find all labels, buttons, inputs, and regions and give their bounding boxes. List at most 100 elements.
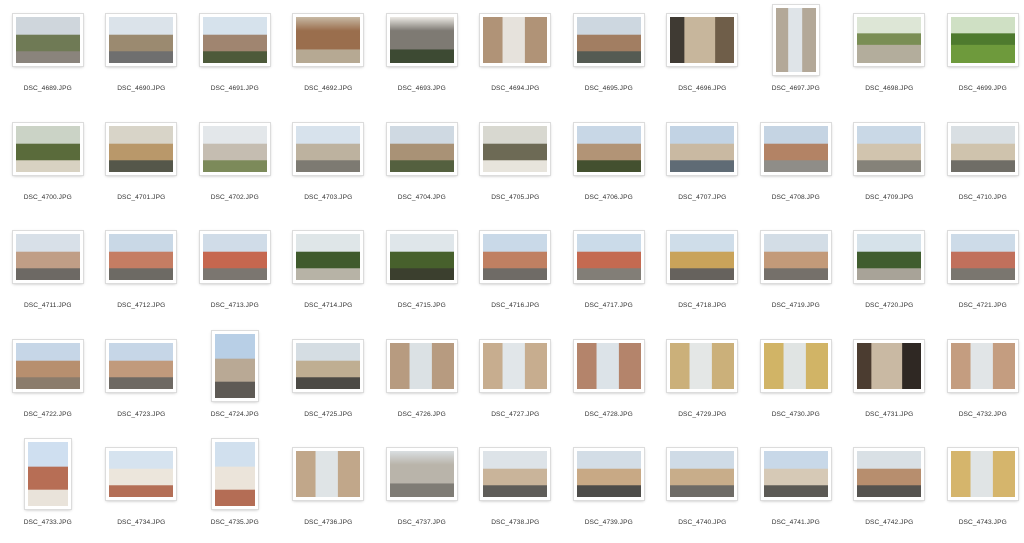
photo-thumbnail[interactable] bbox=[106, 448, 177, 500]
thumbnail-container[interactable] bbox=[469, 109, 563, 189]
thumbnail-container[interactable] bbox=[936, 326, 1024, 406]
file-name-label[interactable]: DSC_4697.JPG bbox=[749, 85, 843, 92]
thumbnail-container[interactable] bbox=[1, 434, 95, 514]
file-item[interactable]: DSC_4694.JPG bbox=[469, 0, 563, 109]
file-item[interactable]: DSC_4728.JPG bbox=[562, 326, 656, 435]
photo-thumbnail[interactable] bbox=[947, 122, 1018, 175]
photo-thumbnail[interactable] bbox=[573, 14, 644, 66]
file-name-label[interactable]: DSC_4691.JPG bbox=[188, 85, 282, 92]
thumbnail-container[interactable] bbox=[188, 326, 282, 406]
file-item[interactable]: DSC_4707.JPG bbox=[656, 109, 750, 218]
thumbnail-container[interactable] bbox=[843, 109, 937, 189]
file-name-label[interactable]: DSC_4730.JPG bbox=[749, 411, 843, 418]
photo-thumbnail[interactable] bbox=[293, 122, 364, 175]
thumbnail-container[interactable] bbox=[936, 434, 1024, 514]
file-name-label[interactable]: DSC_4704.JPG bbox=[375, 194, 469, 201]
thumbnail-container[interactable] bbox=[282, 326, 376, 406]
file-name-label[interactable]: DSC_4700.JPG bbox=[1, 194, 95, 201]
thumbnail-container[interactable] bbox=[95, 0, 189, 80]
file-item[interactable]: DSC_4705.JPG bbox=[469, 109, 563, 218]
photo-thumbnail[interactable] bbox=[386, 14, 457, 66]
photo-thumbnail[interactable] bbox=[573, 122, 644, 175]
file-name-label[interactable]: DSC_4724.JPG bbox=[188, 411, 282, 418]
file-name-label[interactable]: DSC_4694.JPG bbox=[469, 85, 563, 92]
file-item[interactable]: DSC_4726.JPG bbox=[375, 326, 469, 435]
thumbnail-container[interactable] bbox=[282, 434, 376, 514]
photo-thumbnail[interactable] bbox=[947, 339, 1018, 392]
photo-thumbnail[interactable] bbox=[667, 122, 738, 175]
file-item[interactable]: DSC_4709.JPG bbox=[843, 109, 937, 218]
file-item[interactable]: DSC_4696.JPG bbox=[656, 0, 750, 109]
file-name-label[interactable]: DSC_4708.JPG bbox=[749, 194, 843, 201]
thumbnail-container[interactable] bbox=[843, 434, 937, 514]
photo-thumbnail[interactable] bbox=[480, 339, 551, 392]
file-item[interactable]: DSC_4742.JPG bbox=[843, 434, 937, 543]
photo-thumbnail[interactable] bbox=[106, 231, 177, 283]
file-name-label[interactable]: DSC_4714.JPG bbox=[282, 302, 376, 309]
file-item[interactable]: DSC_4729.JPG bbox=[656, 326, 750, 435]
file-name-label[interactable]: DSC_4721.JPG bbox=[936, 302, 1024, 309]
thumbnail-container[interactable] bbox=[562, 434, 656, 514]
file-name-label[interactable]: DSC_4707.JPG bbox=[656, 194, 750, 201]
file-item[interactable]: DSC_4734.JPG bbox=[95, 434, 189, 543]
photo-thumbnail[interactable] bbox=[293, 231, 364, 283]
thumbnail-container[interactable] bbox=[375, 434, 469, 514]
file-name-label[interactable]: DSC_4720.JPG bbox=[843, 302, 937, 309]
photo-thumbnail[interactable] bbox=[480, 448, 551, 500]
file-item[interactable]: DSC_4718.JPG bbox=[656, 217, 750, 326]
thumbnail-container[interactable] bbox=[469, 434, 563, 514]
file-item[interactable]: DSC_4731.JPG bbox=[843, 326, 937, 435]
photo-thumbnail[interactable] bbox=[480, 231, 551, 283]
photo-thumbnail[interactable] bbox=[293, 339, 364, 392]
photo-thumbnail[interactable] bbox=[106, 122, 177, 175]
photo-thumbnail[interactable] bbox=[854, 231, 925, 283]
file-name-label[interactable]: DSC_4722.JPG bbox=[1, 411, 95, 418]
file-item[interactable]: DSC_4714.JPG bbox=[282, 217, 376, 326]
file-item[interactable]: DSC_4712.JPG bbox=[95, 217, 189, 326]
file-name-label[interactable]: DSC_4737.JPG bbox=[375, 519, 469, 526]
file-name-label[interactable]: DSC_4718.JPG bbox=[656, 302, 750, 309]
photo-thumbnail[interactable] bbox=[12, 122, 83, 175]
thumbnail-container[interactable] bbox=[282, 0, 376, 80]
photo-thumbnail[interactable] bbox=[760, 448, 831, 500]
file-name-label[interactable]: DSC_4736.JPG bbox=[282, 519, 376, 526]
thumbnail-container[interactable] bbox=[843, 326, 937, 406]
photo-thumbnail[interactable] bbox=[106, 339, 177, 392]
file-item[interactable]: DSC_4735.JPG bbox=[188, 434, 282, 543]
photo-thumbnail[interactable] bbox=[854, 122, 925, 175]
thumbnail-container[interactable] bbox=[562, 326, 656, 406]
file-name-label[interactable]: DSC_4709.JPG bbox=[843, 194, 937, 201]
photo-thumbnail[interactable] bbox=[667, 339, 738, 392]
photo-thumbnail[interactable] bbox=[760, 122, 831, 175]
thumbnail-container[interactable] bbox=[375, 0, 469, 80]
file-item[interactable]: DSC_4702.JPG bbox=[188, 109, 282, 218]
photo-thumbnail[interactable] bbox=[386, 122, 457, 175]
photo-thumbnail[interactable] bbox=[199, 231, 270, 283]
thumbnail-container[interactable] bbox=[95, 434, 189, 514]
file-item[interactable]: DSC_4724.JPG bbox=[188, 326, 282, 435]
photo-thumbnail[interactable] bbox=[386, 339, 457, 392]
file-name-label[interactable]: DSC_4719.JPG bbox=[749, 302, 843, 309]
file-item[interactable]: DSC_4740.JPG bbox=[656, 434, 750, 543]
thumbnail-container[interactable] bbox=[95, 326, 189, 406]
thumbnail-container[interactable] bbox=[656, 109, 750, 189]
photo-thumbnail[interactable] bbox=[947, 14, 1018, 66]
photo-thumbnail[interactable] bbox=[772, 5, 819, 75]
photo-thumbnail[interactable] bbox=[211, 330, 258, 401]
file-name-label[interactable]: DSC_4731.JPG bbox=[843, 411, 937, 418]
file-item[interactable]: DSC_4700.JPG bbox=[1, 109, 95, 218]
file-item[interactable]: DSC_4736.JPG bbox=[282, 434, 376, 543]
photo-thumbnail[interactable] bbox=[667, 231, 738, 283]
thumbnail-container[interactable] bbox=[843, 217, 937, 297]
photo-thumbnail[interactable] bbox=[480, 14, 551, 66]
photo-thumbnail[interactable] bbox=[24, 439, 71, 509]
file-name-label[interactable]: DSC_4729.JPG bbox=[656, 411, 750, 418]
file-name-label[interactable]: DSC_4735.JPG bbox=[188, 519, 282, 526]
photo-thumbnail[interactable] bbox=[760, 231, 831, 283]
photo-thumbnail[interactable] bbox=[12, 339, 83, 392]
file-item[interactable]: DSC_4689.JPG bbox=[1, 0, 95, 109]
file-item[interactable]: DSC_4715.JPG bbox=[375, 217, 469, 326]
photo-thumbnail[interactable] bbox=[12, 14, 83, 66]
thumbnail-container[interactable] bbox=[749, 217, 843, 297]
file-name-label[interactable]: DSC_4717.JPG bbox=[562, 302, 656, 309]
